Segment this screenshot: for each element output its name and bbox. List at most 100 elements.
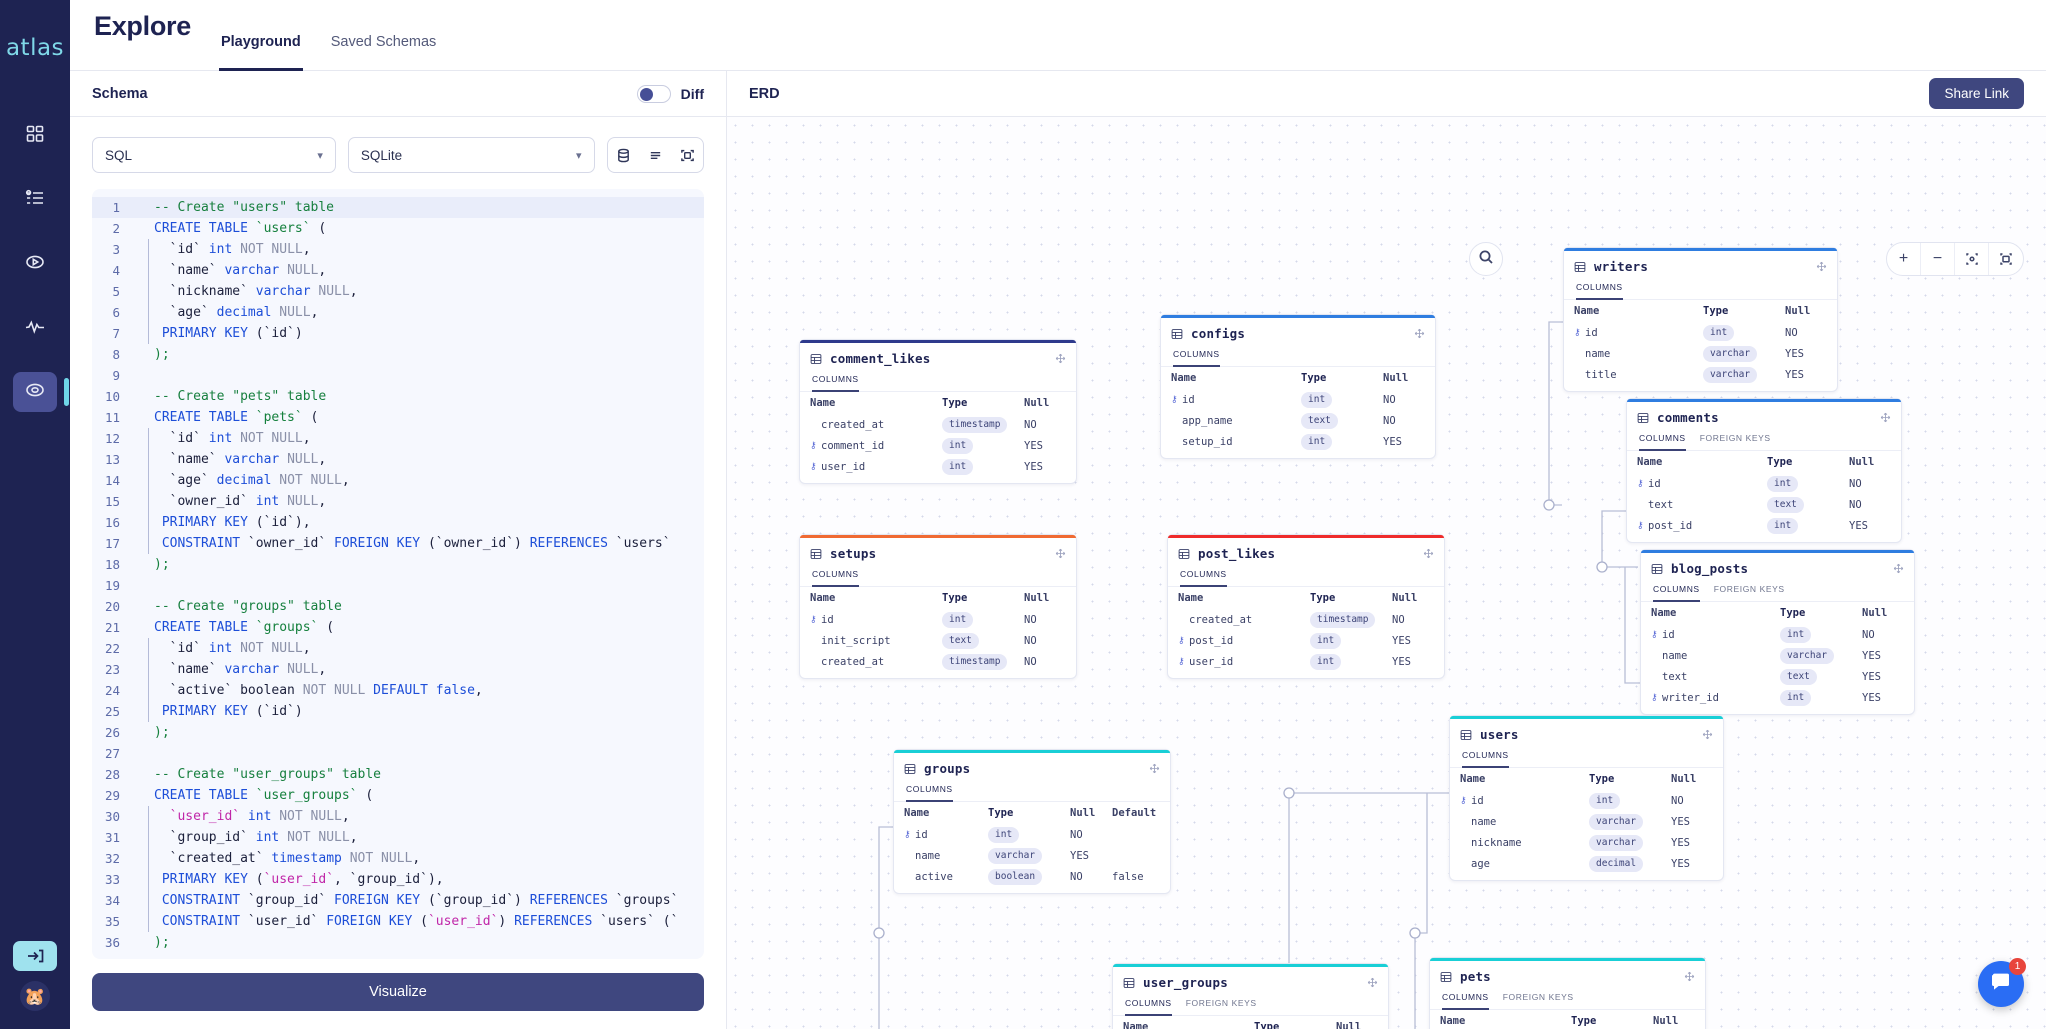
language-select[interactable]: SQL ▾ bbox=[92, 137, 336, 173]
sql-editor[interactable]: 1-- Create "users" table2CREATE TABLE `u… bbox=[92, 189, 704, 959]
sidebar-item-activity[interactable] bbox=[13, 308, 57, 348]
key-icon: ⚷ bbox=[810, 441, 818, 451]
table-tab-columns[interactable]: COLUMNS bbox=[1653, 584, 1700, 602]
table-tab-foreign-keys[interactable]: FOREIGN KEYS bbox=[1186, 998, 1257, 1016]
table-row[interactable]: app_nametextNO bbox=[1161, 410, 1435, 431]
erd-table-pets[interactable]: petsCOLUMNSFOREIGN KEYSNameTypeNull⚷idin… bbox=[1429, 957, 1706, 1029]
move-handle-icon[interactable] bbox=[1414, 328, 1425, 339]
move-handle-icon[interactable] bbox=[1684, 971, 1695, 982]
column-type-cell: int bbox=[1780, 690, 1862, 706]
table-row[interactable]: namevarcharYES bbox=[1564, 343, 1837, 364]
table-tab-columns[interactable]: COLUMNS bbox=[906, 784, 953, 802]
table-row[interactable]: titlevarcharYES bbox=[1564, 364, 1837, 385]
table-tab-columns[interactable]: COLUMNS bbox=[812, 374, 859, 392]
intercom-button[interactable]: 1 bbox=[1978, 961, 2024, 1007]
table-row[interactable]: ⚷user_idintYES bbox=[1168, 651, 1444, 672]
erd-table-writers[interactable]: writersCOLUMNSNameTypeNull⚷idintNOnameva… bbox=[1563, 247, 1838, 392]
column-name-cell: ⚷post_id bbox=[1637, 520, 1767, 532]
table-row[interactable]: texttextYES bbox=[1641, 666, 1914, 687]
avatar[interactable]: 🐹 bbox=[20, 981, 50, 1011]
erd-table-configs[interactable]: configsCOLUMNSNameTypeNull⚷idintNOapp_na… bbox=[1160, 314, 1436, 459]
table-row[interactable]: ⚷comment_idintYES bbox=[800, 435, 1076, 456]
erd-table-users[interactable]: usersCOLUMNSNameTypeNull⚷idintNOnamevarc… bbox=[1449, 715, 1724, 881]
table-tab-columns[interactable]: COLUMNS bbox=[1442, 992, 1489, 1010]
erd-table-groups[interactable]: groupsCOLUMNSNameTypeNullDefault⚷idintNO… bbox=[893, 749, 1171, 894]
sidebar-item-dashboard[interactable] bbox=[13, 116, 57, 156]
table-row[interactable]: created_attimestampNO bbox=[800, 414, 1076, 435]
table-row[interactable]: ⚷idintNO bbox=[1564, 322, 1837, 343]
table-row[interactable]: ⚷idintNO bbox=[1161, 389, 1435, 410]
move-handle-icon[interactable] bbox=[1893, 563, 1904, 574]
table-tab-columns[interactable]: COLUMNS bbox=[812, 569, 859, 587]
move-handle-icon[interactable] bbox=[1816, 261, 1827, 272]
erd-search-button[interactable] bbox=[1469, 242, 1503, 276]
table-row[interactable]: ⚷idintNO bbox=[894, 824, 1170, 845]
table-row[interactable]: namevarcharYES bbox=[1641, 645, 1914, 666]
fullscreen-icon[interactable] bbox=[671, 138, 703, 172]
table-row[interactable]: namevarcharYES bbox=[1450, 811, 1723, 832]
table-tab-columns[interactable]: COLUMNS bbox=[1125, 998, 1172, 1016]
visualize-button[interactable]: Visualize bbox=[92, 973, 704, 1011]
erd-table-user_groups[interactable]: user_groupsCOLUMNSFOREIGN KEYSNameTypeNu… bbox=[1112, 963, 1389, 1029]
erd-canvas[interactable]: + − comment_likesCOLUMNSNameTypeNullcrea… bbox=[727, 117, 2046, 1029]
table-tab-columns[interactable]: COLUMNS bbox=[1180, 569, 1227, 587]
focus-icon[interactable] bbox=[1955, 243, 1989, 275]
erd-table-post_likes[interactable]: post_likesCOLUMNSNameTypeNullcreated_att… bbox=[1167, 534, 1445, 679]
table-row[interactable]: init_scripttextNO bbox=[800, 630, 1076, 651]
table-row[interactable]: activebooleanNOfalse bbox=[894, 866, 1170, 887]
sidebar-item-tasks[interactable] bbox=[13, 180, 57, 220]
move-handle-icon[interactable] bbox=[1149, 763, 1160, 774]
lines-icon[interactable] bbox=[639, 138, 671, 172]
column-type-cell: int bbox=[942, 438, 1024, 454]
table-tab-columns[interactable]: COLUMNS bbox=[1639, 433, 1686, 451]
table-row[interactable]: ⚷user_idintYES bbox=[800, 456, 1076, 477]
erd-table-setups[interactable]: setupsCOLUMNSNameTypeNull⚷idintNOinit_sc… bbox=[799, 534, 1077, 679]
table-row[interactable]: texttextNO bbox=[1627, 494, 1901, 515]
table-row[interactable]: ⚷idintNO bbox=[800, 609, 1076, 630]
table-row[interactable]: ⚷idintNO bbox=[1641, 624, 1914, 645]
table-row[interactable]: created_attimestampNO bbox=[1168, 609, 1444, 630]
table-tab-columns[interactable]: COLUMNS bbox=[1173, 349, 1220, 367]
table-row[interactable]: ⚷post_idintYES bbox=[1168, 630, 1444, 651]
zoom-in-button[interactable]: + bbox=[1887, 243, 1921, 275]
login-button[interactable] bbox=[13, 941, 57, 971]
database-icon[interactable] bbox=[608, 138, 640, 172]
table-tab-foreign-keys[interactable]: FOREIGN KEYS bbox=[1503, 992, 1574, 1010]
table-row[interactable]: agedecimalYES bbox=[1450, 853, 1723, 874]
tab-saved-schemas[interactable]: Saved Schemas bbox=[329, 34, 439, 71]
erd-table-comments[interactable]: commentsCOLUMNSFOREIGN KEYSNameTypeNull⚷… bbox=[1626, 398, 1902, 543]
erd-header: ERD Share Link bbox=[727, 71, 2046, 116]
table-row[interactable]: ⚷writer_idintYES bbox=[1641, 687, 1914, 708]
column-header-row: NameTypeNull bbox=[1161, 367, 1435, 389]
table-tab-foreign-keys[interactable]: FOREIGN KEYS bbox=[1714, 584, 1785, 602]
table-tab-columns[interactable]: COLUMNS bbox=[1462, 750, 1509, 768]
frame-icon[interactable] bbox=[1989, 243, 2023, 275]
table-tab-foreign-keys[interactable]: FOREIGN KEYS bbox=[1700, 433, 1771, 451]
table-row[interactable]: namevarcharYES bbox=[894, 845, 1170, 866]
move-handle-icon[interactable] bbox=[1880, 412, 1891, 423]
type-chip: boolean bbox=[988, 869, 1042, 885]
tab-playground[interactable]: Playground bbox=[219, 34, 303, 71]
dialect-select[interactable]: SQLite ▾ bbox=[348, 137, 595, 173]
move-handle-icon[interactable] bbox=[1055, 353, 1066, 364]
share-link-button[interactable]: Share Link bbox=[1929, 78, 2024, 109]
move-handle-icon[interactable] bbox=[1702, 729, 1713, 740]
zoom-out-button[interactable]: − bbox=[1921, 243, 1955, 275]
move-handle-icon[interactable] bbox=[1367, 977, 1378, 988]
move-handle-icon[interactable] bbox=[1423, 548, 1434, 559]
move-handle-icon[interactable] bbox=[1055, 548, 1066, 559]
erd-table-blog_posts[interactable]: blog_postsCOLUMNSFOREIGN KEYSNameTypeNul… bbox=[1640, 549, 1915, 715]
diff-toggle[interactable] bbox=[637, 85, 671, 103]
atlas-logo[interactable]: atlas bbox=[6, 30, 64, 66]
table-row[interactable]: ⚷idintNO bbox=[1450, 790, 1723, 811]
table-tab-columns[interactable]: COLUMNS bbox=[1576, 282, 1623, 300]
table-row[interactable]: setup_idintYES bbox=[1161, 431, 1435, 452]
table-row[interactable]: nicknamevarcharYES bbox=[1450, 832, 1723, 853]
table-row[interactable]: ⚷idintNO bbox=[1627, 473, 1901, 494]
table-row[interactable]: created_attimestampNO bbox=[800, 651, 1076, 672]
rail-bottom: 🐹 bbox=[0, 941, 70, 1011]
table-row[interactable]: ⚷post_idintYES bbox=[1627, 515, 1901, 536]
sidebar-item-explore[interactable] bbox=[13, 372, 57, 412]
erd-table-comment_likes[interactable]: comment_likesCOLUMNSNameTypeNullcreated_… bbox=[799, 339, 1077, 484]
sidebar-item-run[interactable] bbox=[13, 244, 57, 284]
